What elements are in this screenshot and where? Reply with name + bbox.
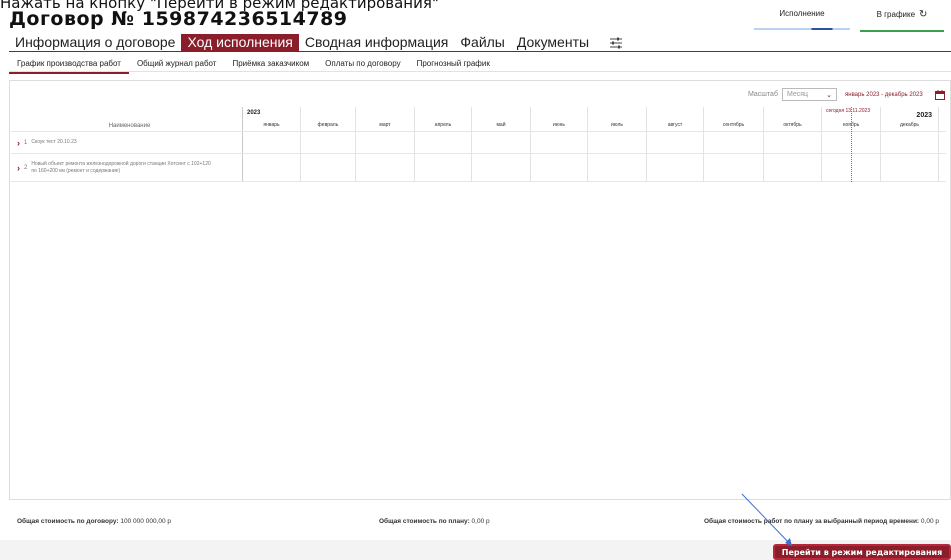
month-header: февраль [301,107,356,131]
period-range[interactable]: январь 2023 - декабрь 2023 [845,92,923,98]
month-header: апрель [415,107,472,131]
row-number: 2 [24,164,28,171]
tab-progress[interactable]: Ход исполнения [181,34,299,51]
month-header: сентябрь [704,107,764,131]
row-title: Новый объект ремонта железнодорожной дор… [31,160,211,174]
scale-value: Месяц [786,91,809,98]
schedule-status-bar [860,30,944,32]
month-header: 2023 январь [243,107,301,131]
table-row[interactable]: › 2 Новый объект ремонта железнодорожной… [11,154,946,182]
pointer-arrow-icon [741,493,793,547]
tab-documents[interactable]: Документы [511,34,595,51]
scale-label: Масштаб [748,91,778,98]
row-name-cell: › 2 Новый объект ремонта железнодорожной… [11,154,243,181]
chevron-right-icon[interactable]: › [17,138,20,148]
month-header: август [647,107,704,131]
table-row[interactable]: › 1 Скоук тест 20.10.23 [11,132,946,154]
settings-sliders-icon[interactable] [607,34,625,51]
column-header-name: Наименование [11,107,243,131]
today-marker-line [851,107,852,182]
row-title: Скоук тест 20.10.23 [31,139,77,145]
month-header: май [472,107,531,131]
row-number: 1 [24,139,28,146]
contract-cost: Общая стоимость по договору: 100 000 000… [17,518,172,525]
month-header: июль [588,107,647,131]
main-tabs: Информация о договоре Ход исполнения Сво… [9,34,951,52]
refresh-icon[interactable]: ↻ [919,9,927,20]
execution-progress-bar [754,28,850,30]
month-header: октябрь [764,107,822,131]
month-header: март [356,107,415,131]
chevron-down-icon: ⌄ [826,91,832,99]
month-header: июнь [531,107,588,131]
schedule-grid: Наименование 2023 январь февраль март апр… [11,107,946,182]
chevron-right-icon[interactable]: › [17,163,20,173]
execution-status-label: Исполнение [779,9,825,18]
schedule-status: В графике ↻ [860,9,944,32]
year-label-right: 2023 [916,112,932,119]
tab-files[interactable]: Файлы [454,34,510,51]
grid-header-row: Наименование 2023 январь февраль март апр… [11,107,946,132]
row-name-cell: › 1 Скоук тест 20.10.23 [11,132,243,153]
month-header: 2023 декабрь [881,107,939,131]
sub-tabs-divider [9,71,951,72]
contract-title: Договор № 159874236514789 [9,8,348,30]
plan-cost: Общая стоимость по плану: 0,00 р [379,518,490,525]
tab-summary[interactable]: Сводная информация [299,34,455,51]
scale-control: Масштаб Месяц ⌄ [748,88,837,101]
execution-status: Исполнение [754,9,850,30]
tab-contract-info[interactable]: Информация о договоре [9,34,181,51]
scale-select[interactable]: Месяц ⌄ [781,88,837,101]
year-label: 2023 [247,110,261,116]
today-label: сегодня 13.11.2023 [826,108,871,114]
schedule-status-label: В графике [876,10,916,19]
calendar-icon[interactable] [935,90,945,100]
